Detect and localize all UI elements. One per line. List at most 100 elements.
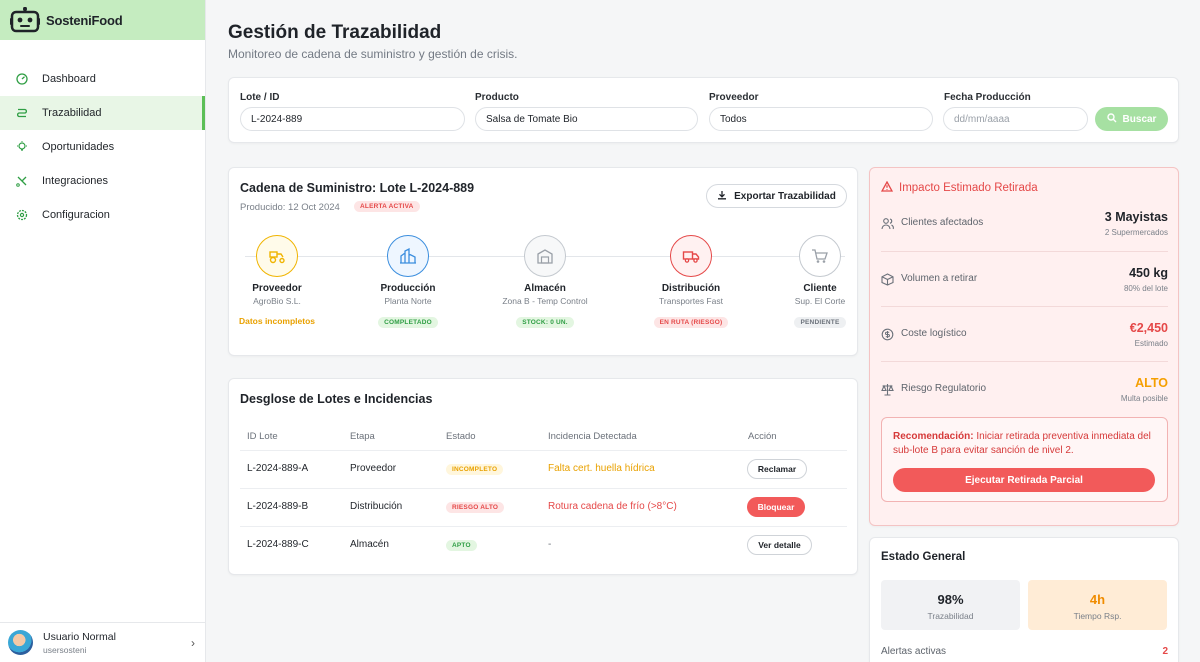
- production-date: Producido: 12 Oct 2024: [240, 202, 340, 213]
- table-row[interactable]: L-2024-889-B Distribución RIESGO ALTO Ro…: [240, 488, 847, 526]
- sidebar-item-oportunidades[interactable]: Oportunidades: [0, 130, 205, 164]
- impact-row-coste: Coste logístico €2,450 Estimado: [881, 306, 1168, 361]
- chain-step-almacen[interactable]: Almacén Zona B - Temp Control STOCK: 0 U…: [485, 235, 605, 329]
- status-badge: INCOMPLETO: [446, 464, 504, 475]
- export-button[interactable]: Exportar Trazabilidad: [706, 184, 847, 208]
- step-status: STOCK: 0 UN.: [516, 317, 574, 328]
- traceability-stat: 98% Trazabilidad: [881, 580, 1020, 630]
- fecha-label: Fecha Producción: [944, 92, 1031, 103]
- step-sub: Sup. El Corte: [794, 296, 846, 306]
- step-status: EN RUTA (RIESGO): [653, 317, 729, 328]
- chain-step-distribucion[interactable]: Distribución Transportes Fast EN RUTA (R…: [631, 235, 751, 329]
- step-sub: Zona B - Temp Control: [502, 296, 588, 306]
- impact-sub: Multa posible: [1120, 394, 1168, 403]
- column-header: ID Lote: [247, 431, 278, 442]
- ver-detalle-button[interactable]: Ver detalle: [747, 535, 812, 555]
- avatar: [8, 630, 33, 655]
- page-title: Gestión de Trazabilidad: [228, 22, 442, 43]
- user-handle: usersosteni: [43, 644, 87, 655]
- step-name: Producción: [380, 283, 436, 294]
- incident-text: Rotura cadena de frío (>8°C): [548, 501, 677, 512]
- warning-icon: [880, 180, 894, 195]
- users-icon: [881, 217, 894, 230]
- chain-step-proveedor[interactable]: Proveedor AgroBio S.L. Datos incompletos: [217, 235, 337, 329]
- impact-title-text: Impacto Estimado Retirada: [899, 182, 1038, 194]
- impact-label: Riesgo Regulatorio: [901, 383, 987, 394]
- sidebar-item-label: Trazabilidad: [42, 107, 102, 119]
- incident-text: Falta cert. huella hídrica: [548, 463, 655, 474]
- step-status: Datos incompletos: [238, 316, 316, 326]
- producto-input[interactable]: Salsa de Tomate Bio: [475, 107, 698, 131]
- user-menu[interactable]: Usuario Normal usersosteni ›: [0, 622, 205, 662]
- stat-value: 98%: [937, 592, 964, 607]
- lightbulb-icon: [15, 141, 28, 154]
- route-icon: [15, 107, 28, 120]
- active-alerts-row[interactable]: Alertas activas 2: [881, 646, 1168, 657]
- cart-icon: [799, 235, 841, 277]
- stat-label: Trazabilidad: [927, 611, 974, 621]
- impact-label: Volumen a retirar: [901, 273, 978, 284]
- reclamar-button[interactable]: Reclamar: [747, 459, 807, 479]
- impact-row-clientes: Clientes afectados 3 Mayistas 2 Supermer…: [881, 196, 1168, 251]
- step-sub: AgroBio S.L.: [253, 296, 301, 306]
- step-name: Almacén: [524, 283, 566, 294]
- bloquear-button[interactable]: Bloquear: [747, 497, 805, 517]
- response-time-stat: 4h Tiempo Rsp.: [1028, 580, 1167, 630]
- step-name: Proveedor: [252, 283, 302, 294]
- sidebar-item-label: Oportunidades: [42, 141, 115, 153]
- step-sub: Planta Norte: [384, 296, 432, 306]
- brand[interactable]: SosteniFood: [0, 0, 205, 40]
- table-row[interactable]: L-2024-889-A Proveedor INCOMPLETO Falta …: [240, 450, 847, 488]
- proveedor-select[interactable]: Todos: [709, 107, 933, 131]
- impact-value: ALTO: [1135, 376, 1168, 390]
- chain-step-cliente[interactable]: Cliente Sup. El Corte PENDIENTE: [760, 235, 880, 329]
- gauge-icon: [15, 73, 28, 86]
- search-button-label: Buscar: [1122, 113, 1157, 125]
- column-header: Acción: [748, 431, 777, 442]
- general-title: Estado General: [881, 551, 966, 563]
- lot-stage: Almacén: [350, 539, 389, 550]
- coin-icon: [881, 328, 894, 341]
- alert-badge: ALERTA ACTIVA: [354, 201, 420, 212]
- chain-step-produccion[interactable]: Producción Planta Norte COMPLETADO: [348, 235, 468, 329]
- user-name: Usuario Normal: [43, 630, 116, 643]
- box-icon: [881, 273, 894, 286]
- lote-input[interactable]: L-2024-889: [240, 107, 465, 131]
- robot-logo-icon: [10, 7, 40, 33]
- impact-label: Coste logístico: [901, 328, 967, 339]
- gear-icon: [15, 209, 28, 222]
- search-icon: [1106, 112, 1117, 126]
- incident-text: -: [548, 539, 552, 550]
- filter-bar: Lote / ID L-2024-889 Producto Salsa de T…: [228, 77, 1179, 143]
- impact-value: 450 kg: [1129, 266, 1168, 280]
- lot-stage: Distribución: [350, 501, 403, 512]
- sidebar: SosteniFood Dashboard Trazabilidad Oport…: [0, 0, 206, 662]
- lot-id: L-2024-889-A: [247, 463, 309, 474]
- sidebar-item-dashboard[interactable]: Dashboard: [0, 62, 205, 96]
- sidebar-item-integraciones[interactable]: Integraciones: [0, 164, 205, 198]
- lot-id: L-2024-889-B: [247, 501, 309, 512]
- fecha-input[interactable]: dd/mm/aaaa: [943, 107, 1088, 131]
- impact-title: Impacto Estimado Retirada: [880, 180, 1038, 195]
- impact-sub: 80% del lote: [1123, 284, 1168, 293]
- column-header: Estado: [446, 431, 476, 442]
- supply-chain-card: Cadena de Suministro: Lote L-2024-889 Pr…: [228, 167, 858, 356]
- sidebar-item-configuracion[interactable]: Configuracion: [0, 198, 205, 232]
- lot-id: L-2024-889-C: [247, 539, 309, 550]
- lots-title: Desglose de Lotes e Incidencias: [240, 392, 433, 406]
- step-name: Distribución: [661, 283, 721, 294]
- impact-value: €2,450: [1129, 321, 1168, 335]
- status-badge: RIESGO ALTO: [446, 502, 505, 513]
- table-row[interactable]: L-2024-889-C Almacén APTO - Ver detalle: [240, 526, 847, 564]
- impact-row-volumen: Volumen a retirar 450 kg 80% del lote: [881, 251, 1168, 306]
- recommendation-text: Recomendación: Iniciar retirada preventi…: [893, 430, 1159, 458]
- sidebar-item-trazabilidad[interactable]: Trazabilidad: [0, 96, 205, 130]
- step-status: COMPLETADO: [378, 317, 438, 328]
- search-button[interactable]: Buscar: [1095, 107, 1168, 131]
- column-header: Incidencia Detectada: [548, 431, 637, 442]
- execute-withdrawal-button[interactable]: Ejecutar Retirada Parcial: [893, 468, 1155, 492]
- stat-label: Tiempo Rsp.: [1073, 611, 1122, 621]
- step-name: Cliente: [803, 283, 837, 294]
- truck-icon: [670, 235, 712, 277]
- recommendation-box: Recomendación: Iniciar retirada preventi…: [881, 417, 1168, 502]
